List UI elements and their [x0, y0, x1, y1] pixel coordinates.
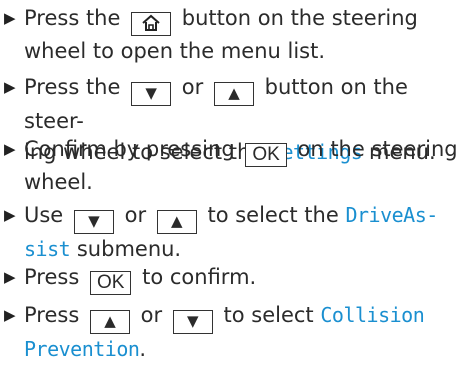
ok-button-key: OK — [245, 143, 287, 167]
step-text: . — [139, 337, 147, 361]
step-text: Press — [24, 265, 80, 289]
step-text: Use — [24, 203, 64, 227]
step-text: Press — [24, 303, 80, 327]
bullet-arrow-icon: ▶ — [4, 268, 16, 286]
step-text: to confirm. — [142, 265, 257, 289]
step-text: button on the steering — [181, 6, 418, 30]
down-button-key: ▼ — [73, 210, 114, 234]
menu-name-collision: Collision — [320, 303, 425, 327]
bullet-arrow-icon: ▶ — [4, 206, 16, 224]
home-button-icon — [131, 12, 172, 36]
step-text: to select the — [207, 203, 339, 227]
step-text: Press the — [24, 6, 121, 30]
step-text: or — [181, 75, 204, 99]
step-text: to select — [223, 303, 314, 327]
step-5: ▶ Press OK to confirm. — [4, 262, 459, 295]
step-6: ▶ Press ▲ or ▼ to select Collision Preve… — [4, 300, 459, 365]
bullet-arrow-icon: ▶ — [4, 140, 16, 158]
up-button-key: ▲ — [156, 210, 197, 234]
step-text: on the steering — [297, 137, 458, 161]
step-4: ▶ Use ▼ or ▲ to select the DriveAs- sist… — [4, 200, 459, 265]
menu-name-driveassist-cont: sist — [24, 237, 71, 261]
menu-name-driveassist: DriveAs- — [345, 203, 438, 227]
menu-name-prevention: Prevention — [24, 337, 140, 361]
bullet-arrow-icon: ▶ — [4, 78, 16, 96]
ok-button-key: OK — [89, 271, 132, 295]
step-3: ▶ Confirm by pressing OK on the steering… — [4, 134, 459, 198]
step-text: or — [124, 203, 147, 227]
down-button-key: ▼ — [131, 82, 172, 106]
step-text: Confirm by pressing — [24, 137, 235, 161]
down-button-key: ▼ — [172, 310, 213, 334]
bullet-arrow-icon: ▶ — [4, 9, 16, 27]
step-text: wheel. — [24, 170, 93, 194]
step-1: ▶ Press the button on the steering wheel… — [4, 3, 459, 67]
step-text: Press the — [24, 75, 121, 99]
step-text: submenu. — [76, 237, 182, 261]
up-button-key: ▲ — [89, 310, 130, 334]
bullet-arrow-icon: ▶ — [4, 306, 16, 324]
step-text: or — [140, 303, 163, 327]
step-text: wheel to open the menu list. — [24, 39, 326, 63]
up-button-key: ▲ — [213, 82, 254, 106]
